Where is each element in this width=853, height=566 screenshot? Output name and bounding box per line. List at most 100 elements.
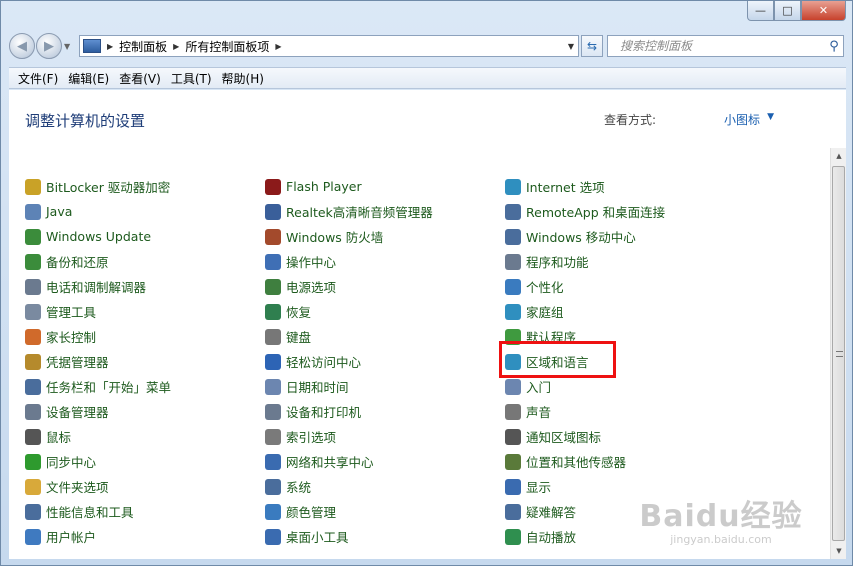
item-label: 个性化 xyxy=(526,280,564,295)
address-dropdown-icon[interactable]: ▼ xyxy=(568,42,574,51)
item-label: 声音 xyxy=(526,405,552,420)
control-panel-window: — □ ✕ ◀ ▶ ▼ ▶ 控制面板 ▶ 所有控制面板项 ▶ ▼ ⇆ ⚲ 文件(… xyxy=(0,0,853,566)
item-label: Internet 选项 xyxy=(526,180,605,195)
breadcrumb-all-items[interactable]: 所有控制面板项 xyxy=(185,38,269,55)
control-panel-item[interactable]: 凭据管理器 xyxy=(25,349,265,374)
ease-of-access-icon xyxy=(265,353,281,370)
control-panel-item[interactable]: 通知区域图标 xyxy=(505,424,765,449)
mobility-icon xyxy=(505,228,521,245)
control-panel-item[interactable]: Realtek高清晰音频管理器 xyxy=(265,199,505,224)
control-panel-item[interactable]: RemoteApp 和桌面连接 xyxy=(505,199,765,224)
control-panel-item[interactable]: 索引选项 xyxy=(265,424,505,449)
chevron-right-icon[interactable]: ▶ xyxy=(275,42,281,51)
control-panel-item[interactable]: 恢复 xyxy=(265,299,505,324)
control-panel-item[interactable]: 网络和共享中心 xyxy=(265,449,505,474)
control-panel-item[interactable]: 家庭组 xyxy=(505,299,765,324)
forward-button[interactable]: ▶ xyxy=(36,33,62,59)
refresh-button[interactable]: ⇆ xyxy=(581,35,603,57)
audio-manager-icon xyxy=(265,203,281,220)
control-panel-item[interactable]: Windows Update xyxy=(25,224,265,249)
menu-tools[interactable]: 工具(T) xyxy=(166,70,217,87)
control-panel-item[interactable]: 电话和调制解调器 xyxy=(25,274,265,299)
user-icon xyxy=(25,528,41,545)
item-label: 系统 xyxy=(286,480,312,495)
display-icon xyxy=(505,478,521,495)
sensor-icon xyxy=(505,453,521,470)
control-panel-item[interactable]: 备份和还原 xyxy=(25,249,265,274)
close-button[interactable]: ✕ xyxy=(801,1,846,21)
chevron-right-icon[interactable]: ▶ xyxy=(107,42,113,51)
back-button[interactable]: ◀ xyxy=(9,33,35,59)
menu-edit[interactable]: 编辑(E) xyxy=(63,70,114,87)
menu-view[interactable]: 查看(V) xyxy=(114,70,166,87)
control-panel-item[interactable]: 颜色管理 xyxy=(265,499,505,524)
control-panel-item[interactable]: Flash Player xyxy=(265,174,505,199)
gadgets-icon xyxy=(265,528,281,545)
search-input[interactable] xyxy=(608,37,825,55)
menu-bar: 文件(F) 编辑(E) 查看(V) 工具(T) 帮助(H) xyxy=(9,67,846,89)
control-panel-item[interactable]: 系统 xyxy=(265,474,505,499)
control-panel-item[interactable]: BitLocker 驱动器加密 xyxy=(25,174,265,199)
item-label: 位置和其他传感器 xyxy=(526,455,627,470)
control-panel-item[interactable]: 任务栏和「开始」菜单 xyxy=(25,374,265,399)
speaker-icon xyxy=(505,403,521,420)
content-header: 调整计算机的设置 查看方式: 小图标 ▼ xyxy=(9,90,846,148)
control-panel-item[interactable]: 文件夹选项 xyxy=(25,474,265,499)
control-panel-item[interactable]: 用户帐户 xyxy=(25,524,265,549)
item-label: 电源选项 xyxy=(286,280,337,295)
control-panel-item[interactable]: 同步中心 xyxy=(25,449,265,474)
control-panel-item[interactable]: 日期和时间 xyxy=(265,374,505,399)
chevron-right-icon[interactable]: ▶ xyxy=(173,42,179,51)
control-panel-item[interactable]: 操作中心 xyxy=(265,249,505,274)
menu-file[interactable]: 文件(F) xyxy=(13,70,63,87)
control-panel-item[interactable]: 程序和功能 xyxy=(505,249,765,274)
address-bar[interactable]: ▶ 控制面板 ▶ 所有控制面板项 ▶ ▼ xyxy=(79,35,579,57)
control-panel-item[interactable]: 轻松访问中心 xyxy=(265,349,505,374)
minimize-button[interactable]: — xyxy=(747,1,774,21)
control-panel-item[interactable]: 设备管理器 xyxy=(25,399,265,424)
control-panel-item[interactable]: 家长控制 xyxy=(25,324,265,349)
item-label: 轻松访问中心 xyxy=(286,355,362,370)
page-title: 调整计算机的设置 xyxy=(25,112,146,130)
control-panel-item[interactable]: Java xyxy=(25,199,265,224)
credential-icon xyxy=(25,353,41,370)
item-label: 电话和调制解调器 xyxy=(46,280,147,295)
control-panel-item[interactable]: 性能信息和工具 xyxy=(25,499,265,524)
navigation-bar: ◀ ▶ ▼ ▶ 控制面板 ▶ 所有控制面板项 ▶ ▼ ⇆ ⚲ xyxy=(9,33,844,59)
search-box[interactable]: ⚲ xyxy=(607,35,844,57)
mouse-icon xyxy=(25,428,41,445)
control-panel-item[interactable]: Windows 防火墙 xyxy=(265,224,505,249)
control-panel-item[interactable]: 声音 xyxy=(505,399,765,424)
grip-icon xyxy=(836,350,843,357)
chevron-down-icon[interactable]: ▼ xyxy=(767,112,774,122)
control-panel-item[interactable]: 键盘 xyxy=(265,324,505,349)
notification-icon xyxy=(505,428,521,445)
vertical-scrollbar[interactable]: ▲ ▼ xyxy=(830,148,846,559)
item-label: 显示 xyxy=(526,480,552,495)
control-panel-item[interactable]: 电源选项 xyxy=(265,274,505,299)
control-panel-item[interactable]: 鼠标 xyxy=(25,424,265,449)
control-panel-item[interactable]: Internet 选项 xyxy=(505,174,765,199)
recent-pages-dropdown[interactable]: ▼ xyxy=(64,42,74,51)
control-panel-item[interactable]: 个性化 xyxy=(505,274,765,299)
item-label: 同步中心 xyxy=(46,455,97,470)
scroll-down-icon[interactable]: ▼ xyxy=(831,543,847,559)
control-panel-item[interactable]: 桌面小工具 xyxy=(265,524,505,549)
scroll-up-icon[interactable]: ▲ xyxy=(831,148,847,164)
control-panel-item[interactable]: 设备和打印机 xyxy=(265,399,505,424)
scrollbar-thumb[interactable] xyxy=(832,166,845,541)
control-panel-item[interactable]: 位置和其他传感器 xyxy=(505,449,765,474)
item-label: 索引选项 xyxy=(286,430,337,445)
search-icon[interactable]: ⚲ xyxy=(825,39,843,54)
breadcrumb-control-panel[interactable]: 控制面板 xyxy=(119,38,167,55)
item-label: Java xyxy=(46,204,73,219)
view-by-dropdown[interactable]: 小图标 xyxy=(724,111,760,128)
maximize-button[interactable]: □ xyxy=(774,1,801,21)
control-panel-item[interactable]: Windows 移动中心 xyxy=(505,224,765,249)
watermark-logo: Baidu经验 xyxy=(639,499,803,534)
menu-help[interactable]: 帮助(H) xyxy=(217,70,269,87)
getting-started-icon xyxy=(505,378,521,395)
item-label: 家长控制 xyxy=(46,330,97,345)
item-label: 设备和打印机 xyxy=(286,405,362,420)
control-panel-item[interactable]: 管理工具 xyxy=(25,299,265,324)
